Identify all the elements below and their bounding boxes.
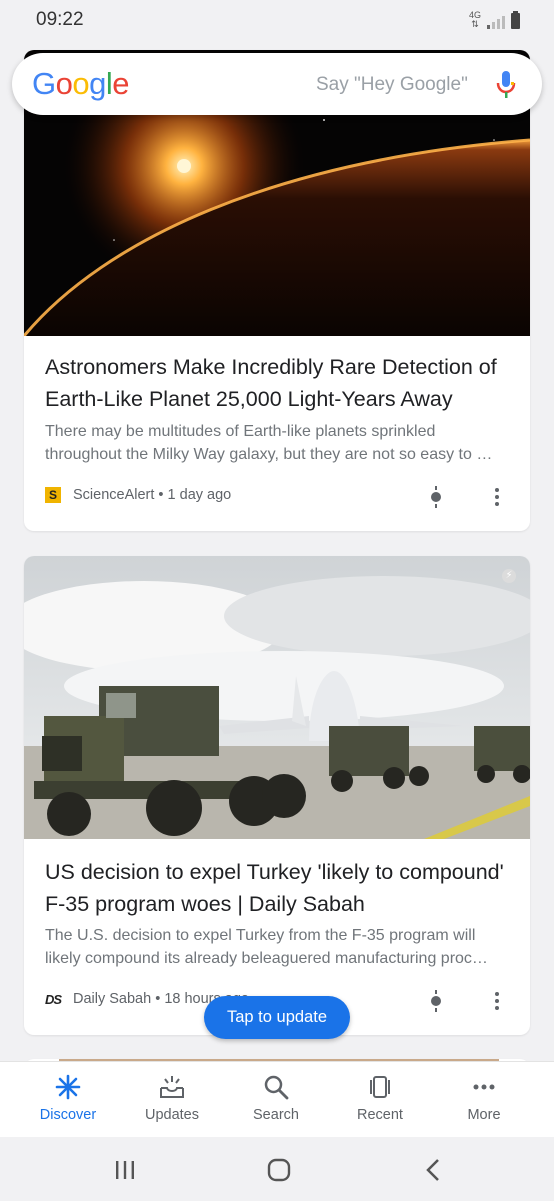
article-title[interactable]: US decision to expel Turkey 'likely to c… bbox=[45, 856, 511, 920]
status-icons: 4G ⇅ bbox=[469, 11, 520, 29]
google-logo: Google bbox=[32, 66, 130, 101]
search-input[interactable]: Say "Hey Google" bbox=[316, 74, 468, 96]
feed-card[interactable]: Astronomers Make Incredibly Rare Detecti… bbox=[24, 50, 530, 531]
back-icon[interactable] bbox=[424, 1158, 442, 1182]
article-time: 1 day ago bbox=[167, 487, 232, 503]
source-name: Daily Sabah bbox=[73, 991, 152, 1007]
nav-label: Discover bbox=[39, 1107, 97, 1123]
nav-discover[interactable]: Discover bbox=[18, 1074, 118, 1123]
interest-control-icon[interactable] bbox=[430, 486, 442, 508]
nav-updates[interactable]: Updates bbox=[122, 1074, 222, 1123]
tap-to-update-button[interactable]: Tap to update bbox=[204, 996, 350, 1039]
article-snippet: There may be multitudes of Earth-like pl… bbox=[45, 423, 493, 463]
nav-more[interactable]: More bbox=[434, 1074, 534, 1123]
more-options-icon[interactable] bbox=[494, 992, 500, 1012]
mic-icon[interactable] bbox=[496, 70, 516, 100]
source-separator: • bbox=[154, 487, 168, 503]
network-type-label: 4G bbox=[469, 10, 482, 20]
nav-search[interactable]: Search bbox=[226, 1074, 326, 1123]
nav-label: More bbox=[467, 1107, 501, 1123]
bottom-nav: Discover Updates Search Recent More bbox=[0, 1061, 554, 1137]
discover-icon bbox=[55, 1074, 81, 1100]
feed-card[interactable]: ⚡ US decision to expel Turkey 'likely to… bbox=[24, 556, 530, 1035]
signal-icon bbox=[487, 13, 505, 29]
source-name: ScienceAlert bbox=[73, 487, 155, 503]
battery-icon bbox=[511, 11, 520, 29]
recent-icon bbox=[370, 1076, 390, 1098]
recent-apps-icon[interactable] bbox=[114, 1159, 136, 1181]
search-bar[interactable]: Google Say "Hey Google" bbox=[12, 53, 542, 115]
home-icon[interactable] bbox=[267, 1158, 291, 1182]
updates-icon bbox=[160, 1076, 184, 1098]
search-icon bbox=[264, 1075, 289, 1100]
article-image[interactable]: ⚡ bbox=[24, 556, 530, 839]
military-trucks-image bbox=[24, 556, 530, 839]
nav-label: Recent bbox=[357, 1107, 403, 1123]
status-time: 09:22 bbox=[36, 9, 84, 30]
nav-label: Search bbox=[253, 1107, 299, 1123]
amp-lightning-icon: ⚡ bbox=[502, 569, 516, 583]
network-type-icon: 4G ⇅ bbox=[469, 10, 482, 29]
source-separator: • bbox=[151, 991, 165, 1007]
status-bar: 09:22 4G ⇅ bbox=[0, 0, 554, 44]
article-title[interactable]: Astronomers Make Incredibly Rare Detecti… bbox=[45, 351, 511, 415]
interest-control-icon[interactable] bbox=[430, 990, 442, 1012]
nav-recent[interactable]: Recent bbox=[330, 1074, 430, 1123]
dailysabah-logo-icon: DS bbox=[45, 991, 62, 1007]
article-source: S ScienceAlert • 1 day ago bbox=[45, 484, 231, 506]
sciencealert-logo-icon: S bbox=[45, 487, 61, 503]
nav-label: Updates bbox=[144, 1107, 199, 1123]
system-nav-bar bbox=[0, 1136, 554, 1201]
more-horiz-icon bbox=[473, 1084, 495, 1090]
article-snippet: The U.S. decision to expel Turkey from t… bbox=[45, 927, 488, 967]
more-options-icon[interactable] bbox=[494, 488, 500, 508]
